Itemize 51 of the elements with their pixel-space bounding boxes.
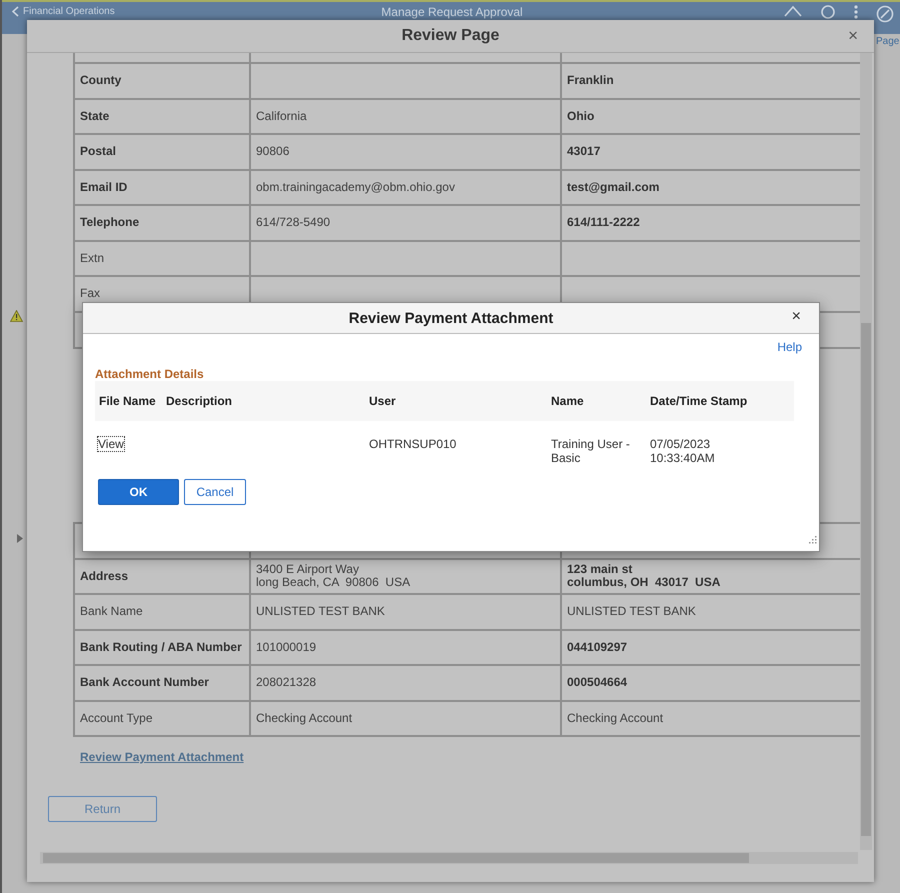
expand-caret-icon[interactable] xyxy=(17,534,23,543)
current-value: 208021328 xyxy=(250,665,561,700)
current-value: 614/728-5490 xyxy=(250,205,561,240)
field-label: County xyxy=(74,63,250,98)
field-label: Account Type xyxy=(74,700,250,736)
field-label: State xyxy=(74,98,250,134)
field-label: Address xyxy=(74,558,250,594)
close-button[interactable]: × xyxy=(792,308,801,326)
current-value: UNLISTED TEST BANK xyxy=(250,594,561,630)
review-attachment-link[interactable]: Review Payment Attachment xyxy=(80,750,244,764)
field-label: Email ID xyxy=(74,170,250,205)
current-value: 3400 E Airport Way long Beach, CA 90806 USA xyxy=(250,558,561,594)
ok-button[interactable]: OK xyxy=(98,479,179,505)
current-value: 101000019 xyxy=(250,630,561,665)
dialog-title: Review Payment Attachment xyxy=(348,310,554,326)
column-header: Description xyxy=(165,394,234,408)
column-header: File Name xyxy=(98,394,157,408)
help-link[interactable]: Help xyxy=(777,340,802,354)
table-cell-text: 07/05/2023 10:33:40AM xyxy=(649,437,716,465)
field-label: Bank Routing / ABA Number xyxy=(74,630,250,665)
view-link[interactable]: View xyxy=(98,437,124,451)
table-cell-text: OHTRNSUP010 xyxy=(368,437,458,451)
compass-icon[interactable] xyxy=(876,5,894,23)
field-label: Extn xyxy=(74,240,250,276)
column-header: Name xyxy=(550,394,585,408)
table-cell-text: Training User - Basic xyxy=(550,437,631,465)
field-label: Telephone xyxy=(74,205,250,240)
horizontal-scrollbar[interactable] xyxy=(40,852,858,864)
page-link[interactable]: Page xyxy=(876,36,900,47)
column-header: User xyxy=(368,394,397,408)
field-label: Postal xyxy=(74,134,250,170)
more-options-icon[interactable] xyxy=(854,5,858,19)
search-icon[interactable] xyxy=(820,5,836,19)
current-value: Checking Account xyxy=(250,700,561,736)
close-button[interactable]: × xyxy=(848,26,858,46)
resize-grip-icon[interactable] xyxy=(809,536,817,544)
column-header: Date/Time Stamp xyxy=(649,394,748,408)
home-icon[interactable] xyxy=(784,5,802,19)
cancel-button[interactable]: Cancel xyxy=(184,479,246,505)
current-value: 90806 xyxy=(250,134,561,170)
field-label: Bank Account Number xyxy=(74,665,250,700)
current-value: obm.trainingacademy@obm.ohio.gov xyxy=(250,170,561,205)
field-label: Bank Name xyxy=(74,594,250,630)
vertical-scrollbar[interactable] xyxy=(860,53,872,850)
back-chevron-icon[interactable] xyxy=(12,6,19,17)
warning-icon xyxy=(10,310,23,322)
page-title: Manage Request Approval xyxy=(381,5,523,19)
current-value: California xyxy=(250,98,561,134)
modal-title: Review Page xyxy=(402,27,500,45)
section-title: Attachment Details xyxy=(95,367,204,381)
back-link[interactable]: Financial Operations xyxy=(23,6,115,17)
